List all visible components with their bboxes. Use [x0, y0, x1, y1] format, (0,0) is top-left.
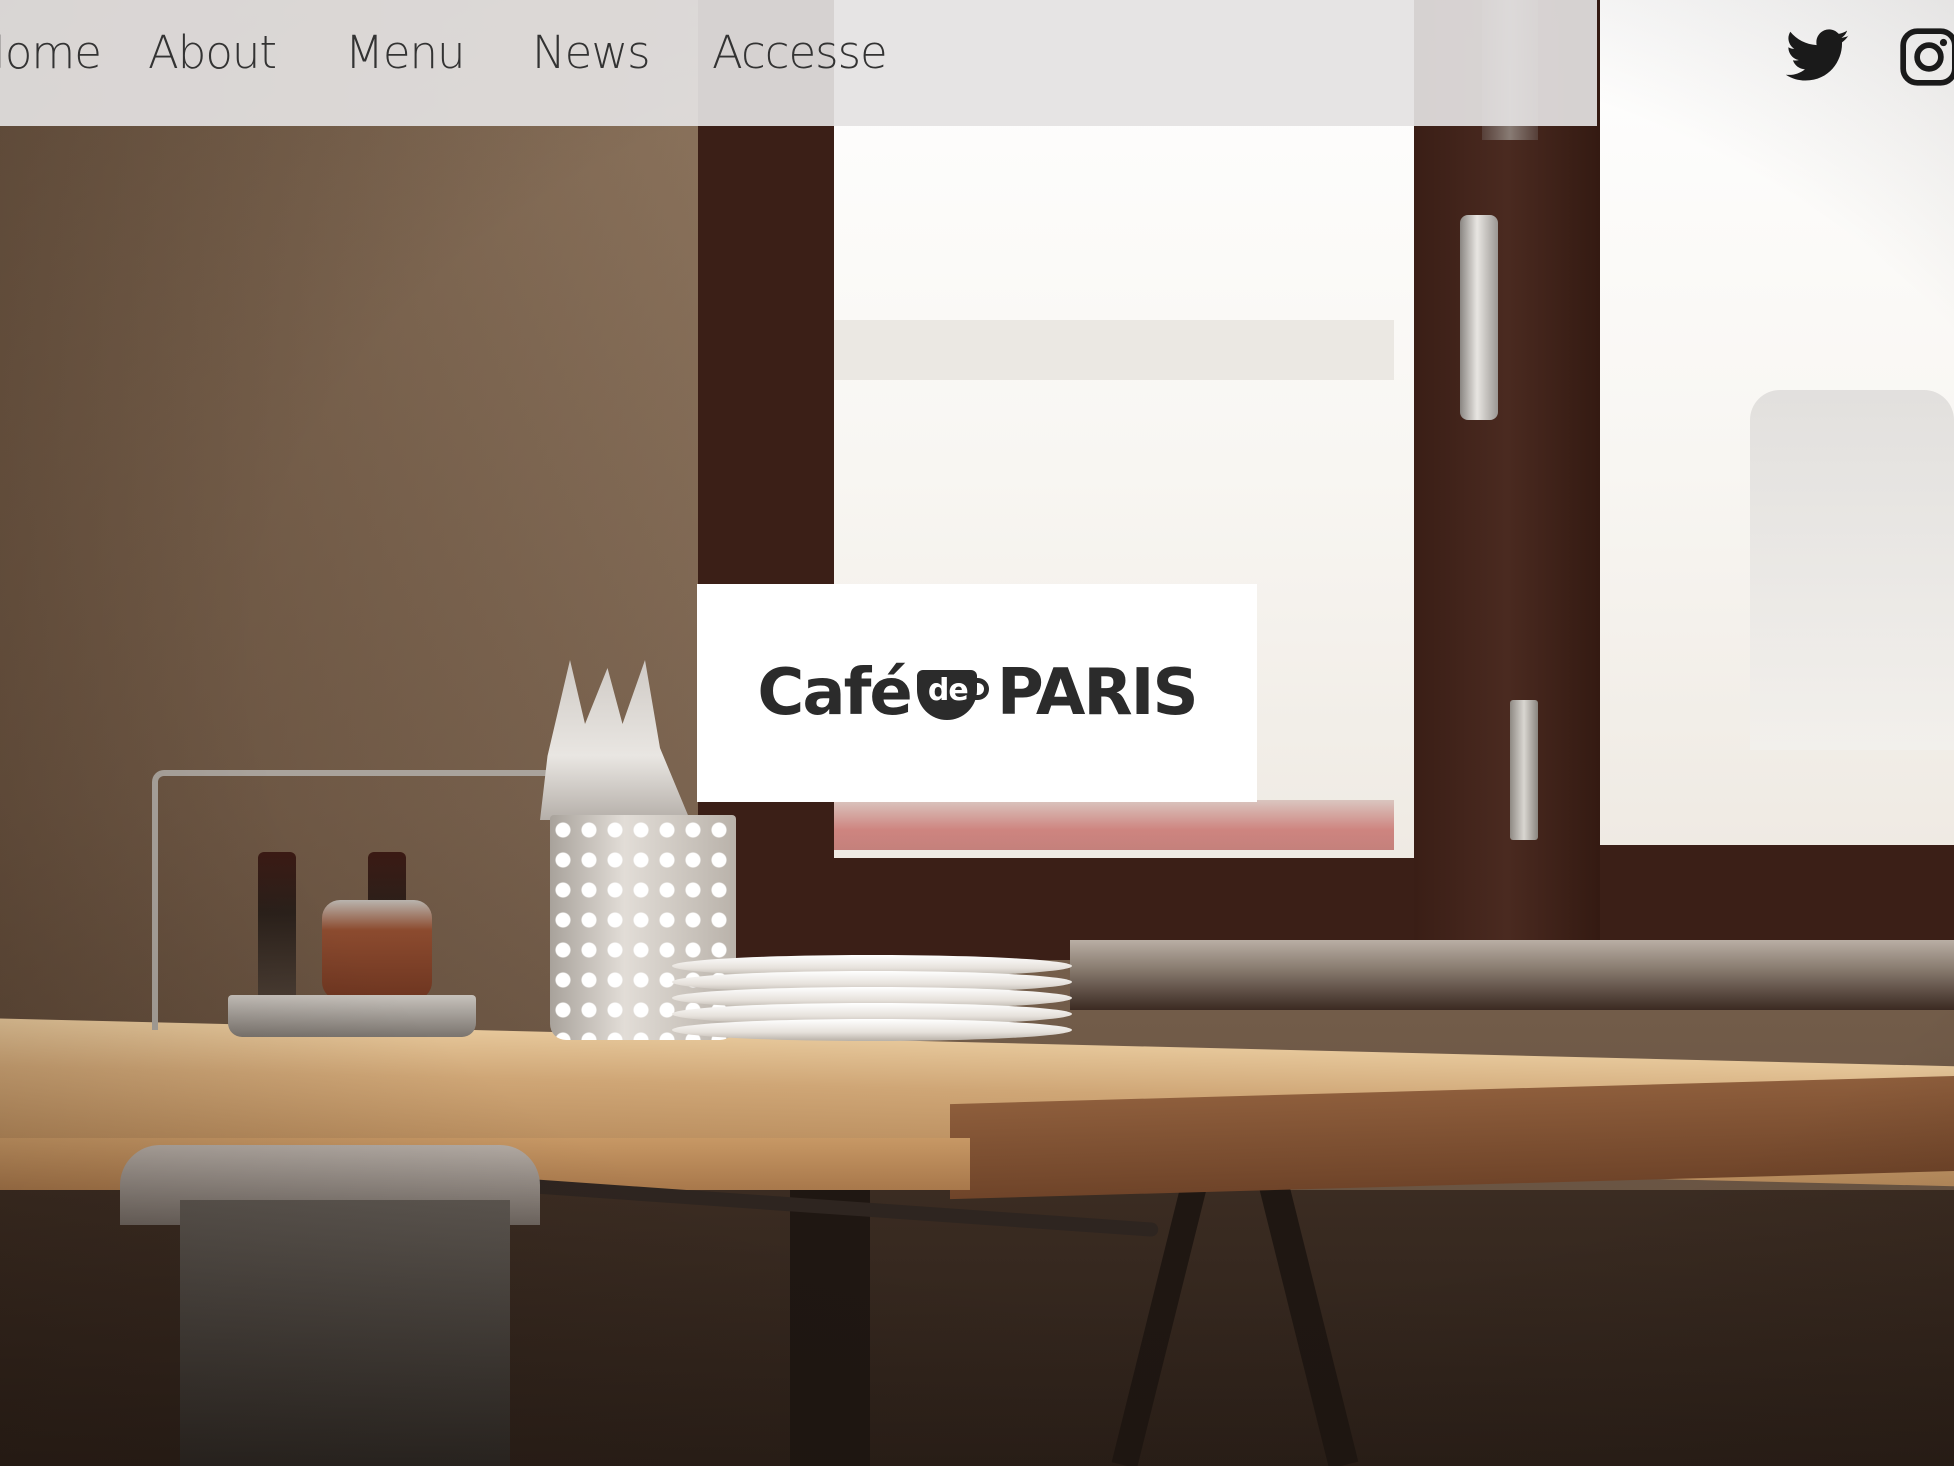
- nav-item-menu[interactable]: Menu: [345, 26, 466, 79]
- coffee-cup-icon: de: [916, 664, 991, 722]
- twitter-icon[interactable]: [1785, 28, 1850, 84]
- nav-item-access[interactable]: Accesse: [712, 26, 888, 79]
- top-navigation-bar: Home About Menu News Accesse: [0, 0, 1597, 126]
- logo-word-paris: PARIS: [996, 656, 1199, 730]
- instagram-icon[interactable]: [1898, 26, 1954, 88]
- nav-item-about[interactable]: About: [148, 26, 277, 79]
- cafe-de-paris-logo[interactable]: Café de PARIS: [757, 656, 1199, 730]
- nav-item-home[interactable]: Home: [0, 26, 102, 79]
- logo-word-cafe: Café: [757, 656, 912, 730]
- nav-item-news[interactable]: News: [532, 26, 651, 79]
- logo-word-de: de: [927, 673, 969, 708]
- logo-card: Café de PARIS: [697, 584, 1257, 802]
